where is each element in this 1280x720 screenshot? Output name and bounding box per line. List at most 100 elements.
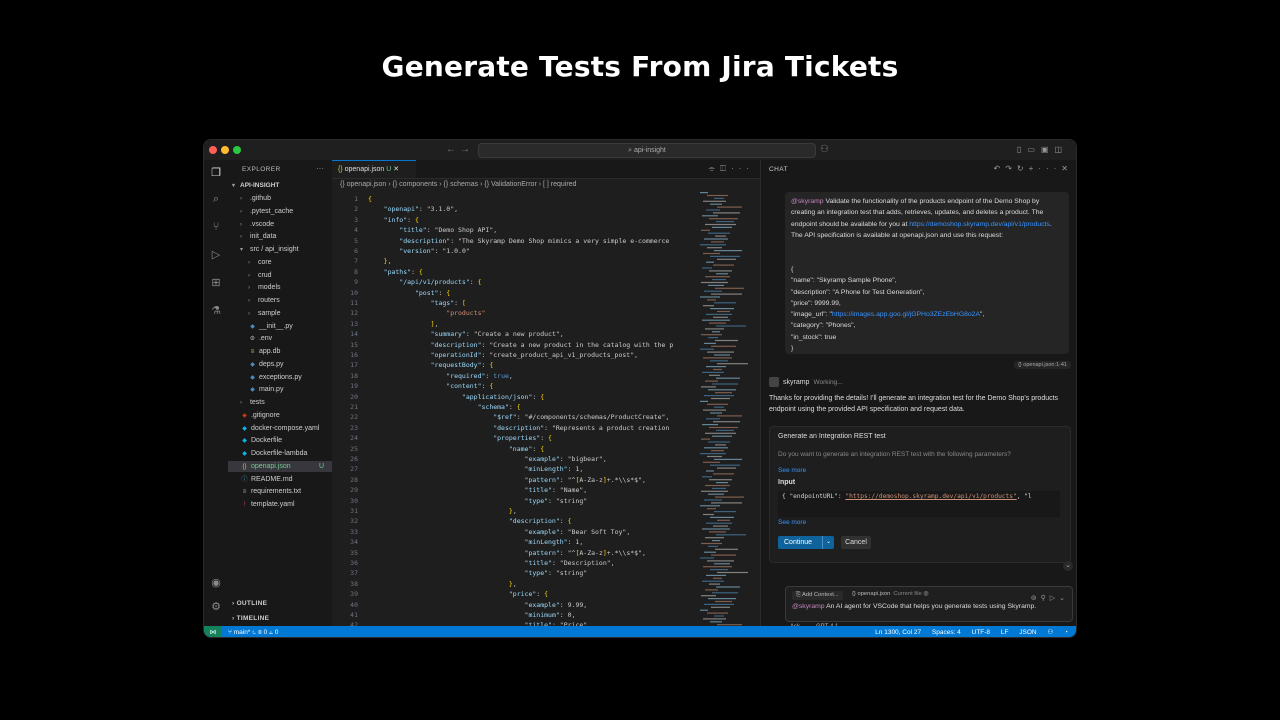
tree-item[interactable]: {} openapi.json U	[228, 460, 332, 472]
problems-count[interactable]: ⊗ 0 ⚠ 0	[258, 629, 278, 636]
encoding[interactable]: UTF-8	[972, 629, 990, 636]
more-actions-icon[interactable]: ···	[316, 164, 324, 173]
minimize-window-button[interactable]	[221, 146, 229, 154]
source-control-icon[interactable]: ⑂	[209, 220, 223, 234]
minimap-line	[707, 612, 728, 614]
outline-section[interactable]: › OUTLINE	[232, 600, 267, 607]
chevron-right-icon: ›	[248, 272, 250, 279]
tree-item[interactable]: › models	[228, 282, 332, 293]
minimap-line	[717, 571, 748, 574]
tree-item[interactable]: ◆ docker-compose.yaml	[228, 423, 332, 434]
code-line: 24 "properties": {	[350, 434, 552, 443]
command-center-search[interactable]: ⌕ api-insight	[478, 143, 816, 158]
tree-item[interactable]: ◆ deps.py	[228, 359, 332, 370]
chevron-right-icon: ›	[240, 234, 242, 241]
tree-item[interactable]: ≡ requirements.txt	[228, 486, 332, 497]
tree-item[interactable]: ◆ main.py	[228, 384, 332, 395]
command-center-label: api-insight	[633, 147, 666, 154]
chevron-down-icon: ▾	[232, 183, 236, 189]
endpoint-link[interactable]: https://demoshop.skyramp.dev/api/v1/prod…	[909, 221, 1050, 228]
back-arrow-icon[interactable]: ←	[446, 144, 456, 155]
notifications-icon[interactable]: ◔	[1064, 629, 1068, 636]
indentation[interactable]: Spaces: 4	[932, 629, 961, 636]
copilot-icon[interactable]: ⚇	[820, 144, 829, 155]
close-window-button[interactable]	[209, 146, 217, 154]
cursor-position[interactable]: Ln 1300, Col 27	[875, 629, 921, 636]
branch-name[interactable]: main*	[234, 629, 251, 636]
image-url-link[interactable]: https://images.app.goo.gl/jGPHo3ZEzEbHG8…	[832, 311, 980, 318]
close-tab-icon[interactable]: ✕	[393, 166, 399, 173]
tree-item[interactable]: › tests	[228, 397, 332, 408]
continue-button[interactable]: Continue ⌄	[778, 536, 834, 549]
tree-item[interactable]: ≡ app.db	[228, 346, 332, 357]
files-icon[interactable]: ❐	[209, 166, 223, 180]
copilot-status-icon[interactable]: ⚇	[1047, 629, 1053, 636]
explorer-root[interactable]: ▾ API-INSIGHT	[232, 180, 279, 191]
tree-item[interactable]: › .vscode	[228, 219, 332, 230]
settings-gear-icon[interactable]: ⚙	[209, 600, 223, 614]
tree-item[interactable]: ◆ exceptions.py	[228, 372, 332, 383]
minimap-line	[715, 496, 744, 498]
tree-item[interactable]: ⚙ .env	[228, 333, 332, 344]
tree-item[interactable]: › routers	[228, 295, 332, 306]
minimap-line	[702, 476, 712, 478]
current-file-chip[interactable]: {} openapi.json Current file ◎	[852, 591, 928, 597]
cancel-button[interactable]: Cancel	[841, 536, 871, 549]
run-debug-icon[interactable]: ▷	[209, 248, 223, 262]
see-more-link[interactable]: See more	[778, 519, 806, 526]
tree-item-label: .vscode	[248, 220, 275, 228]
tree-item-label: __init__.py	[257, 322, 293, 330]
tree-item[interactable]: ▾ src / api_insight	[228, 244, 332, 255]
breadcrumb[interactable]: {} openapi.json › {} components › {} sch…	[340, 181, 576, 188]
file-reference-badge[interactable]: {} openapi.json:1-41	[1014, 361, 1071, 369]
remote-icon[interactable]: ⋈	[204, 626, 222, 637]
tree-item[interactable]: ◈ .gitignore	[228, 410, 332, 421]
scroll-down-icon[interactable]: ⌄	[1063, 561, 1073, 571]
minimap-line	[707, 247, 722, 249]
tree-item[interactable]: › sample	[228, 308, 332, 319]
chat-input[interactable]: ⎘ Add Context... {} openapi.json Current …	[785, 586, 1073, 630]
tree-item[interactable]: ◆ __init__.py	[228, 321, 332, 332]
eye-icon[interactable]: ◎	[922, 591, 928, 597]
tree-item[interactable]: › init_data	[228, 231, 332, 242]
chevron-right-icon: ›	[240, 196, 242, 202]
see-more-link[interactable]: See more	[778, 467, 806, 474]
chat-send-icons[interactable]: ⊚⚲▷⌄	[1031, 594, 1069, 602]
code-line: 21 "schema": {	[350, 403, 521, 411]
testing-icon[interactable]: ⚗	[209, 304, 223, 318]
minimap-line	[715, 339, 738, 342]
tree-item[interactable]: › .github	[228, 193, 332, 204]
tree-item[interactable]: › crud	[228, 270, 332, 281]
tree-item[interactable]: › core	[228, 257, 332, 268]
extensions-icon[interactable]: ⊞	[209, 276, 223, 290]
language-mode[interactable]: JSON	[1019, 629, 1036, 636]
tree-item[interactable]: › .pytest_cache	[228, 206, 332, 217]
minimap-line	[705, 484, 730, 487]
minimap-line	[710, 464, 740, 466]
tab-openapi-json[interactable]: {} openapi.json U ✕	[332, 160, 416, 178]
line-ending[interactable]: LF	[1001, 629, 1009, 636]
docker-file-icon: ◆	[242, 451, 247, 457]
editor-actions-icons[interactable]: ⌯◫···	[709, 164, 754, 174]
account-icon[interactable]: ◉	[209, 576, 223, 590]
tree-item[interactable]: ! template.yaml	[228, 499, 332, 510]
maximize-window-button[interactable]	[233, 146, 241, 154]
py-file-icon: ◆	[250, 323, 255, 330]
activity-bar: ❐ ⌕ ⑂ ▷ ⊞ ⚗ ◉ ⚙	[204, 160, 229, 626]
tree-item[interactable]: ◆ Dockerfile	[228, 435, 332, 446]
tree-item[interactable]: ⓘ README.md	[228, 474, 332, 485]
add-context-button[interactable]: ⎘ Add Context...	[792, 591, 843, 600]
layout-toggle-icons[interactable]: ▯▭▣◫	[1017, 145, 1068, 154]
minimap-line	[713, 473, 734, 475]
minimap-line	[713, 212, 740, 214]
search-icon[interactable]: ⌕	[209, 192, 223, 206]
code-view[interactable]: 1{2 "openapi": "3.1.0", 3 "info": {4 "tit…	[332, 192, 760, 626]
forward-arrow-icon[interactable]: →	[460, 144, 470, 155]
tree-item[interactable]: ◆ Dockerfile-lambda	[228, 448, 332, 459]
minimap[interactable]	[698, 192, 750, 626]
timeline-section[interactable]: › TIMELINE	[232, 615, 269, 622]
minimap-line	[703, 461, 720, 463]
chat-actions-icons[interactable]: ↶↷↻+···✕	[994, 164, 1073, 173]
chevron-down-icon[interactable]: ⌄	[821, 536, 831, 549]
code-line: 9 "/api/v1/products": {	[354, 278, 482, 287]
